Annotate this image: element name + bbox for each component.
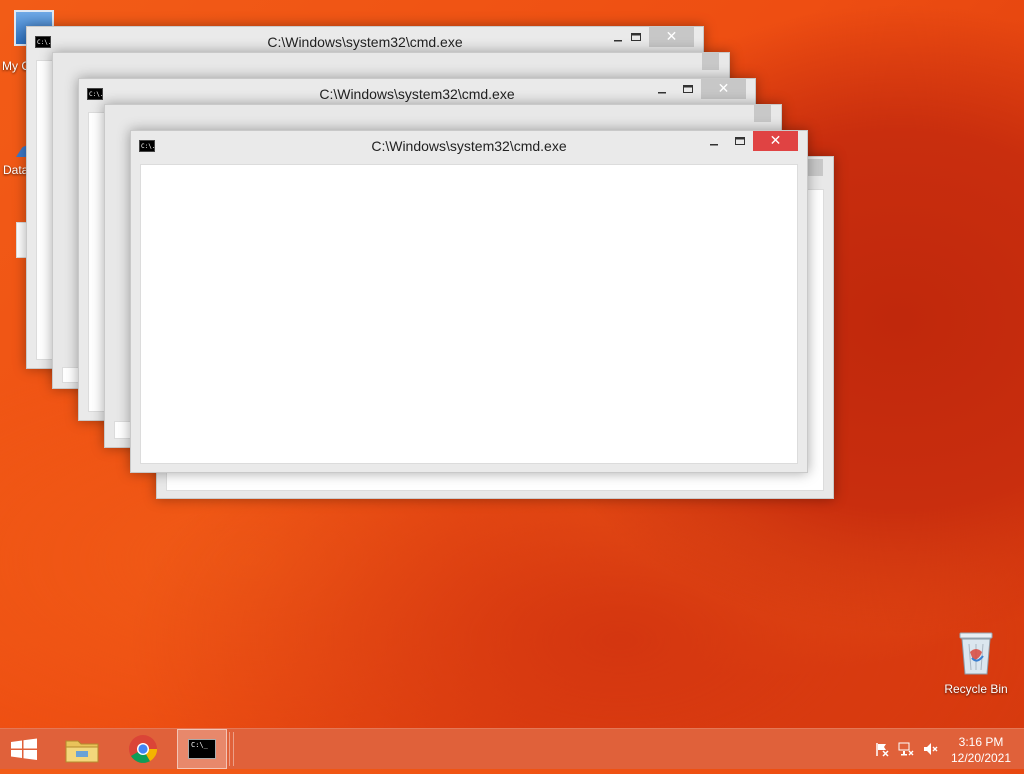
maximize-button[interactable]	[727, 135, 753, 155]
cmd-window-active[interactable]: C:\. C:\Windows\system32\cmd.exe ✕	[130, 130, 808, 473]
console-area[interactable]	[140, 164, 798, 464]
window-3-titlebar[interactable]: C:\. C:\Windows\system32\cmd.exe ✕	[131, 131, 807, 161]
action-center-flag-icon[interactable]	[874, 741, 890, 757]
cmd-icon: C:\_	[188, 739, 216, 759]
maximize-button[interactable]	[623, 31, 649, 51]
folder-icon	[65, 740, 99, 763]
start-button[interactable]	[0, 729, 48, 769]
close-button[interactable]: ✕	[701, 79, 746, 99]
cmd-taskbar-button[interactable]: C:\_	[177, 729, 227, 769]
chrome-button[interactable]	[118, 729, 166, 769]
recycle-bin-label: Recycle Bin	[944, 682, 1008, 696]
window-1-title: C:\Windows\system32\cmd.exe	[267, 34, 463, 50]
minimize-button[interactable]	[649, 83, 675, 103]
clock[interactable]: 3:16 PM 12/20/2021	[944, 734, 1018, 766]
close-button[interactable]: ✕	[753, 131, 798, 151]
recycle-bin[interactable]: Recycle Bin	[940, 630, 1012, 696]
close-button[interactable]: ✕	[649, 27, 694, 47]
data-shortcut-label: Data	[3, 163, 29, 177]
chrome-icon	[129, 735, 157, 763]
file-explorer-button[interactable]	[58, 729, 106, 769]
volume-muted-icon[interactable]	[922, 741, 938, 757]
minimize-button[interactable]	[701, 135, 727, 155]
taskbar: C:\_ 3:16 PM 12/20/2021	[0, 728, 1024, 769]
windows-logo-icon	[11, 738, 37, 760]
scrollbar-cap	[702, 53, 719, 70]
scrollbar-cap	[754, 105, 771, 122]
recycle-bin-icon	[957, 630, 995, 676]
taskbar-stack-indicator	[229, 732, 234, 766]
maximize-button[interactable]	[675, 83, 701, 103]
network-icon[interactable]	[898, 741, 914, 757]
scrollbar-cap	[806, 159, 823, 176]
clock-date: 12/20/2021	[950, 751, 1012, 765]
clock-time: 3:16 PM	[958, 735, 1004, 749]
